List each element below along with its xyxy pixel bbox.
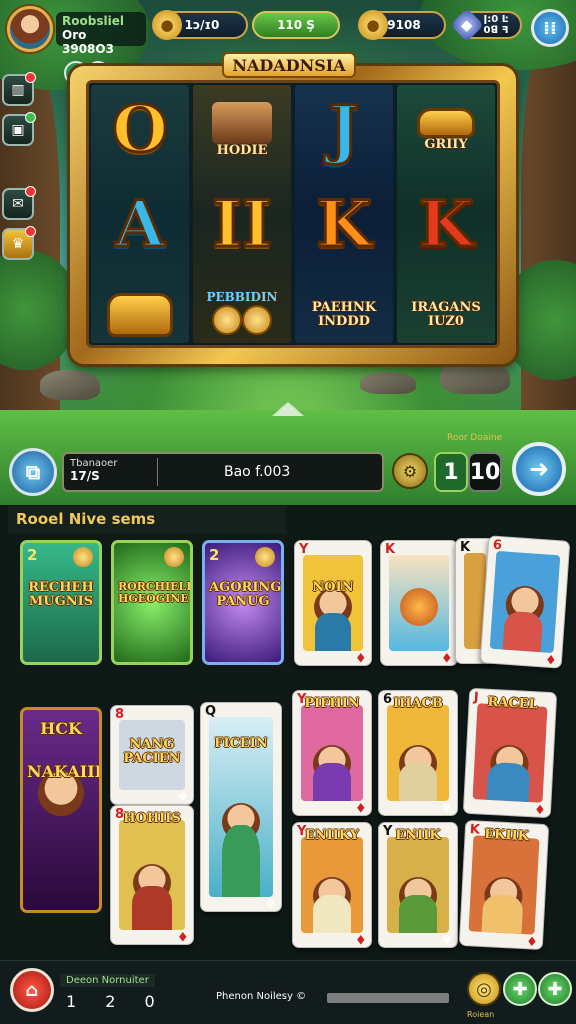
- plus-icon: ✚: [547, 978, 563, 1000]
- gift-icon: ▣: [11, 122, 25, 138]
- menu-button[interactable]: ⁞⁞: [531, 9, 569, 47]
- gold-counter[interactable]: ● 9108: [358, 10, 446, 40]
- mail-icon: ✉: [12, 196, 24, 212]
- spin-button[interactable]: ➜: [512, 442, 566, 496]
- reel-symbol: A: [114, 187, 167, 262]
- add-button[interactable]: ✚: [538, 972, 572, 1006]
- triangle-marker: [272, 402, 304, 416]
- playing-card[interactable]: J RACEL ♦: [462, 687, 558, 819]
- playing-card[interactable]: Y PIFHIN ♦: [292, 690, 372, 816]
- reels-window: O A HODIE II PEBBIDIN J K PAEHNK INDDD G…: [86, 80, 500, 348]
- reel-3[interactable]: J K PAEHNK INDDD: [295, 85, 393, 343]
- side-quest-3[interactable]: ✉: [2, 186, 36, 220]
- chart-icon: ▥: [11, 82, 25, 98]
- reel-symbol: K: [315, 187, 374, 262]
- power-card[interactable]: 2 RECHEH MUGNIS: [20, 540, 102, 665]
- playing-card[interactable]: 6 IHACB ♠: [378, 690, 458, 816]
- rock: [440, 360, 510, 394]
- bet-lines[interactable]: Tbanaoer 17/S: [70, 458, 158, 486]
- rock: [40, 370, 100, 400]
- treasure-chest-symbol: [91, 270, 189, 343]
- reel-symbol: PEBBIDIN: [193, 270, 291, 343]
- playing-card[interactable]: K ♦: [380, 540, 458, 666]
- reel-symbol: O: [111, 92, 170, 167]
- portrait-art: [212, 101, 272, 144]
- player-avatar[interactable]: [7, 6, 53, 52]
- status-text: Phenon Noilesy ©: [216, 991, 307, 1002]
- cards-icon: ⧉: [25, 460, 41, 484]
- playing-card[interactable]: Y NOIN ♦: [294, 540, 372, 666]
- gold-coin-icon: ●: [358, 10, 388, 40]
- target-button[interactable]: ◎: [467, 972, 501, 1006]
- power-card[interactable]: 2 AGORING PANUG: [202, 540, 284, 665]
- side-quest-2[interactable]: ▣: [2, 112, 36, 146]
- plus-icon: ✚: [512, 978, 528, 1000]
- notification-dot: [25, 226, 36, 237]
- cash-counter[interactable]: 110 Ş: [252, 11, 340, 39]
- home-button[interactable]: ⌂: [10, 968, 54, 1012]
- bet-decrease-button[interactable]: 1: [434, 452, 468, 492]
- reel-symbol: K: [417, 187, 476, 262]
- bottom-label: Deeon Nornuiter: [60, 974, 155, 987]
- slot-machine-frame: O A HODIE II PEBBIDIN J K PAEHNK INDDD G…: [70, 66, 516, 364]
- bet-info-label: Roor Doaine: [447, 433, 503, 443]
- right-tree: [521, 20, 576, 460]
- reel-symbol: PAEHNK INDDD: [311, 299, 377, 329]
- trophy-icon: ♛: [11, 236, 25, 252]
- coin-icon: [164, 547, 184, 567]
- playing-card[interactable]: 6 ♦: [479, 535, 571, 669]
- notification-dot: [25, 186, 36, 197]
- arrow-icon: ➜: [528, 455, 550, 483]
- coin-icon: [255, 547, 275, 567]
- player-name: Roobsliel: [62, 14, 124, 28]
- power-card[interactable]: RORCHIELIS HGEOGINE: [111, 540, 193, 665]
- add-friend-button[interactable]: ✚: [503, 972, 537, 1006]
- coins-counter[interactable]: ● 1ᴐ/ɪ0: [152, 10, 248, 40]
- rock: [360, 372, 416, 394]
- disc-art: [400, 587, 438, 626]
- coin-icon: [73, 547, 93, 567]
- settings-gear-icon[interactable]: ⚙: [392, 453, 428, 489]
- reel-symbol: HODIE: [193, 85, 291, 175]
- bottom-counter: 1 2 0: [66, 992, 167, 1011]
- player-id: Oro 3908O3: [62, 28, 114, 56]
- notification-dot: [25, 112, 36, 123]
- slot-title: NADADNSIA: [222, 52, 356, 78]
- home-icon: ⌂: [25, 979, 39, 1001]
- playing-card[interactable]: 8 HOHIIS ♦: [110, 805, 194, 945]
- playing-card[interactable]: 8 NANG PACIEN ♠: [110, 705, 194, 805]
- reel-1[interactable]: O A: [91, 85, 189, 343]
- reel-symbol: GRIIY: [397, 85, 495, 175]
- reel-symbol: II: [211, 187, 274, 262]
- collection-title: Rooel Nive sems: [8, 506, 286, 534]
- bet-panel: Tbanaoer 17/S Bao f.003: [62, 452, 384, 492]
- progress-track: [327, 993, 449, 1003]
- playing-card[interactable]: K EKIIK ♦: [458, 819, 550, 951]
- reel-2[interactable]: HODIE II PEBBIDIN: [193, 85, 291, 343]
- gold-pile-art: [417, 107, 475, 138]
- playing-card[interactable]: Q FICEIN ♠: [200, 702, 282, 912]
- reel-symbol: J: [327, 92, 360, 167]
- reel-4[interactable]: GRIIY K IRAGANS IUZ0: [397, 85, 495, 343]
- player-info: Roobsliel Oro 3908O3: [56, 12, 146, 56]
- side-quest-1[interactable]: ▥: [2, 72, 36, 106]
- notification-dot: [25, 72, 36, 83]
- bet-multiplier-button[interactable]: 10: [468, 452, 502, 492]
- target-caption: Roiean: [467, 1010, 495, 1019]
- gem-counter[interactable]: ◆ ǀ:0 Ŀ 0ꓭ ꟻ: [450, 8, 522, 42]
- gold-coin-icon: ●: [152, 10, 182, 40]
- side-quest-4[interactable]: ♛: [2, 226, 36, 260]
- playing-card[interactable]: Y ENIIKY ♦: [292, 822, 372, 948]
- playing-card[interactable]: Y ENIIK ♠: [378, 822, 458, 948]
- bet-amount[interactable]: Bao f.003: [224, 464, 290, 480]
- auto-spin-button[interactable]: ⧉: [9, 448, 57, 496]
- hero-card[interactable]: HCK NAKAIIIG: [20, 707, 102, 913]
- foliage: [0, 250, 80, 370]
- target-icon: ◎: [476, 978, 492, 1000]
- reel-symbol: IRAGANS IUZ0: [411, 299, 481, 329]
